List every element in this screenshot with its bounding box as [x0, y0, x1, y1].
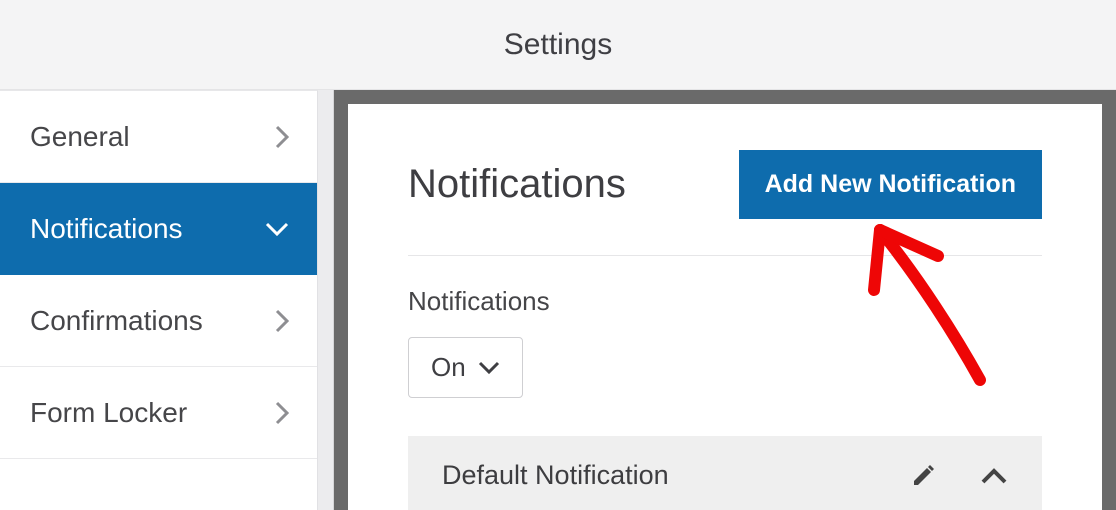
edit-icon[interactable] — [910, 463, 936, 489]
chevron-down-icon — [265, 222, 289, 236]
sidebar-item-label: General — [30, 121, 130, 153]
page-body: General Notifications Confirmations Form… — [0, 90, 1116, 510]
chevron-up-icon[interactable] — [980, 467, 1008, 485]
chevron-down-icon — [478, 361, 500, 375]
sidebar-item-label: Notifications — [30, 213, 183, 245]
notifications-panel: Notifications Add New Notification Notif… — [348, 104, 1102, 510]
panel-resizer[interactable] — [318, 90, 334, 510]
sidebar-item-form-locker[interactable]: Form Locker — [0, 367, 317, 459]
page-header: Settings — [0, 0, 1116, 90]
select-value: On — [431, 352, 466, 383]
notification-item-actions — [910, 463, 1008, 489]
main-frame: Notifications Add New Notification Notif… — [334, 90, 1116, 510]
chevron-right-icon — [275, 125, 289, 149]
sidebar-item-notifications[interactable]: Notifications — [0, 183, 317, 275]
chevron-right-icon — [275, 401, 289, 425]
notifications-toggle-select[interactable]: On — [408, 337, 523, 398]
sidebar-item-confirmations[interactable]: Confirmations — [0, 275, 317, 367]
settings-sidebar: General Notifications Confirmations Form… — [0, 90, 318, 510]
notification-item-title: Default Notification — [442, 460, 669, 491]
add-new-notification-button[interactable]: Add New Notification — [739, 150, 1042, 219]
sidebar-item-general[interactable]: General — [0, 91, 317, 183]
sidebar-item-label: Form Locker — [30, 397, 187, 429]
notifications-toggle-label: Notifications — [408, 286, 1042, 317]
panel-header: Notifications Add New Notification — [408, 150, 1042, 256]
notification-item-row[interactable]: Default Notification — [408, 436, 1042, 510]
panel-title: Notifications — [408, 162, 626, 207]
notifications-toggle-block: Notifications On — [408, 286, 1042, 398]
page-title: Settings — [504, 28, 612, 62]
sidebar-item-label: Confirmations — [30, 305, 203, 337]
chevron-right-icon — [275, 309, 289, 333]
